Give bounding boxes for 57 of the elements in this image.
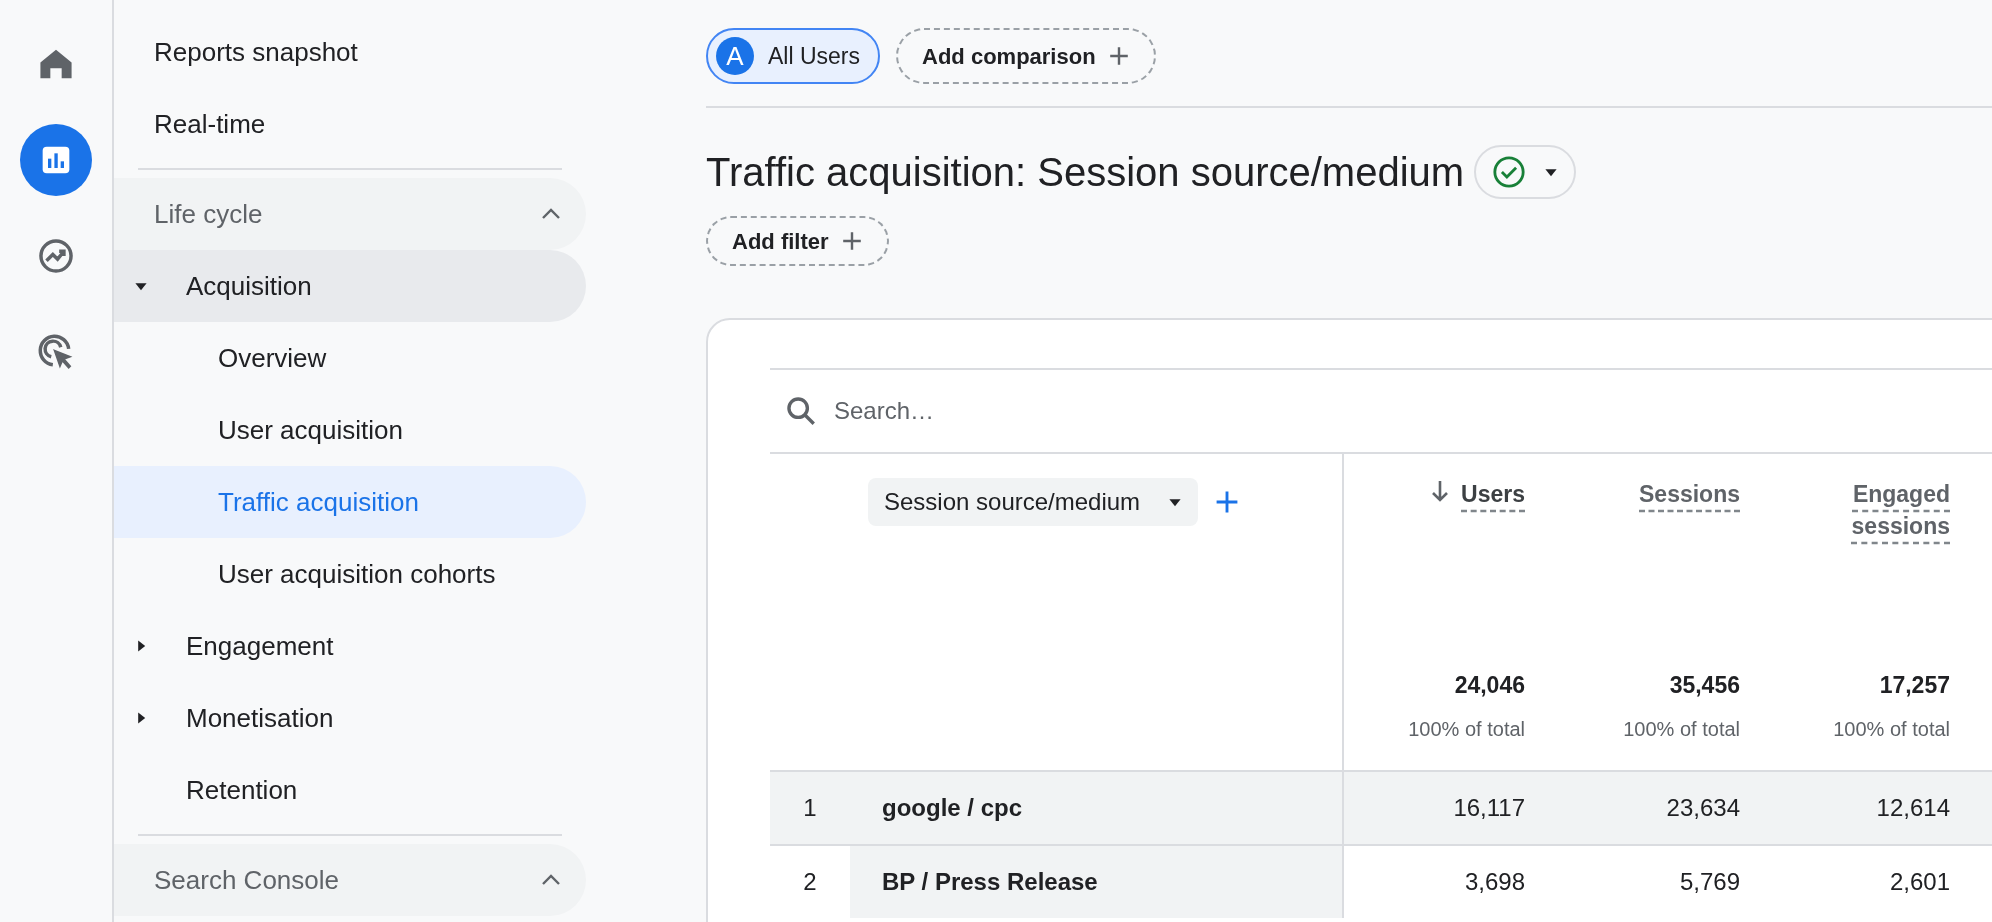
sidebar-subitem[interactable]: Overview [114,322,586,394]
sidebar-group-item[interactable]: Acquisition [114,250,586,322]
target-cursor-icon [37,333,75,371]
total-share: 100% of total [1408,717,1525,742]
bar-chart-icon [40,144,72,176]
column-header[interactable]: Users [1429,478,1525,510]
group-label: Engagement [186,629,334,663]
search-icon [784,394,818,428]
dimension-dropdown[interactable]: Session source/medium [868,478,1199,526]
chevron-up-icon [540,873,562,887]
total-share: 100% of total [1623,717,1740,742]
column-header[interactable]: Engaged sessions [1830,478,1950,542]
table-cell-text: 23,634 [1665,793,1740,823]
section-label: Life cycle [154,197,263,231]
sidebar-section-header[interactable]: Search Console [114,844,586,916]
total-share: 100% of total [1833,717,1950,742]
plus-icon [1107,45,1130,67]
table-cell-text: 12,614 [1875,793,1950,823]
table-cell: BP / Press Release [850,846,1344,918]
check-circle-icon [1492,155,1527,189]
sidebar-subitem[interactable]: Traffic acquisition [114,466,586,538]
column-total: 24,046 [1454,670,1525,700]
section-label: Search Console [154,863,339,897]
group-label: Monetisation [186,701,334,735]
row-index: 1 [802,793,818,823]
plus-icon [840,230,863,252]
add-comparison-button[interactable]: Add comparison [896,28,1156,84]
column-header[interactable]: Sessions [1639,478,1740,510]
table-cell-text: 5,769 [1678,867,1740,897]
sidebar-group-item[interactable]: Engagement [114,610,586,682]
segment-label: All Users [768,41,860,71]
group-label: Acquisition [186,269,312,303]
table-cell-text: 2,601 [1888,867,1950,897]
report-title: Traffic acquisition: Session source/medium [706,149,1465,196]
sidebar-item[interactable]: Real-time [114,88,586,160]
sidebar-item[interactable]: Retention [114,754,586,826]
table-row[interactable]: 1 google / cpc 16,117 23,634 12,614 [770,770,1992,844]
row-index: 2 [802,867,818,897]
segment-avatar: A [716,37,754,75]
table-cell-text: 3,698 [1463,867,1525,897]
trend-chart-icon [37,237,75,275]
sidebar-section-header[interactable]: Life cycle [114,178,586,250]
home-icon [39,48,73,80]
sidebar-item[interactable]: Reports snapshot [114,16,586,88]
column-total: 35,456 [1669,670,1740,700]
sidebar-subitem[interactable]: User acquisition cohorts [114,538,586,610]
chevron-up-icon [540,207,562,221]
table-row[interactable]: 2 BP / Press Release 3,698 5,769 2,601 [770,844,1992,918]
sidebar-group-item[interactable]: Monetisation [114,682,586,754]
report-status-dropdown[interactable] [1474,145,1577,199]
column-total: 17,257 [1879,670,1950,700]
add-filter-button[interactable]: Add filter [706,216,889,266]
table-search-field[interactable]: Search… [770,368,1992,452]
sidebar-subitem[interactable]: User acquisition [114,394,586,466]
segment-chip[interactable]: A All Users [706,28,880,84]
table-cell-text: 16,117 [1452,793,1525,823]
search-input[interactable]: Search… [834,393,1992,429]
